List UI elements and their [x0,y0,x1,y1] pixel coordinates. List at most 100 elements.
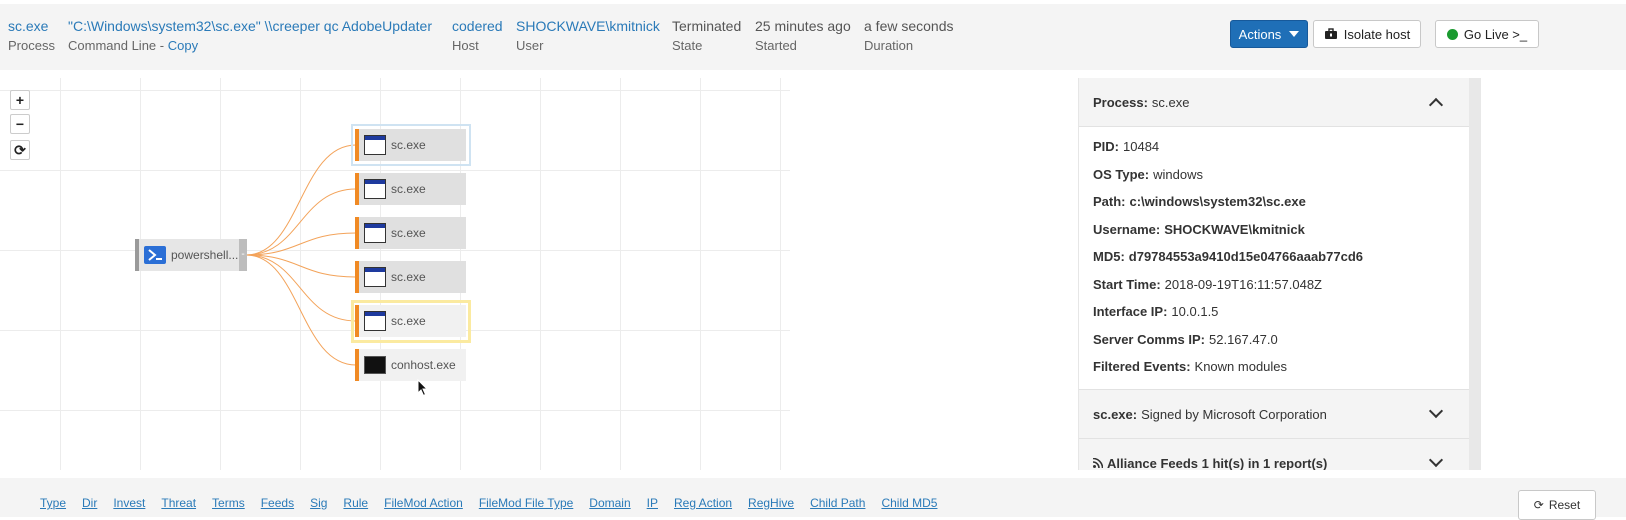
user-link[interactable]: SHOCKWAVE\kmitnick [516,17,660,36]
child-process-label: sc.exe [391,182,426,196]
mouse-cursor-icon [417,379,429,397]
child-process-node[interactable]: sc.exe [355,173,466,205]
filter-tab[interactable]: RegHive [748,496,794,510]
field-key: Path: [1093,194,1126,209]
command-line-link[interactable]: "C:\Windows\system32\sc.exe" \\creeper q… [68,17,432,36]
child-process-label: sc.exe [391,138,426,152]
go-live-label: Go Live >_ [1463,26,1528,42]
state-label: State [672,38,703,53]
panel-scrollbar[interactable] [1469,78,1481,470]
copy-link[interactable]: Copy [168,38,198,53]
filter-tab[interactable]: Child MD5 [881,496,937,510]
filter-tab[interactable]: Sig [310,496,327,510]
process-header: sc.exe Process "C:\Windows\system32\sc.e… [0,4,1626,70]
filter-tab[interactable]: Threat [161,496,196,510]
field-value: SHOCKWAVE\kmitnick [1164,221,1305,237]
filter-tab[interactable]: IP [647,496,658,510]
actions-label: Actions [1238,26,1282,42]
started-label: Started [755,38,797,53]
child-process-node[interactable]: sc.exe [355,261,466,293]
field-filtered-events: Filtered Events: Known modules [1079,353,1481,381]
command-line-label-text: Command Line - [68,38,168,53]
field-value: 52.167.47.0 [1209,331,1278,347]
field-value: windows [1153,166,1203,182]
actions-button[interactable]: Actions [1230,20,1308,48]
duration-value: a few seconds [864,18,954,34]
child-process-node[interactable]: conhost.exe [355,349,466,381]
panel-title-key: Process: [1093,94,1148,110]
signed-value: Signed by Microsoft Corporation [1141,406,1327,422]
isolate-host-label: Isolate host [1343,26,1411,42]
command-line-label: Command Line - Copy [68,36,432,55]
user-label: User [516,38,544,53]
command-line-field: "C:\Windows\system32\sc.exe" \\creeper q… [68,17,432,55]
filter-tab[interactable]: Feeds [261,496,294,510]
filter-tab[interactable]: Child Path [810,496,865,510]
state-field: Terminated State [672,17,741,55]
host-field: codered Host [452,17,503,55]
process-label: Process [8,38,55,53]
window-icon [364,267,386,287]
console-icon [364,356,386,374]
refresh-icon: ⟳ [1533,498,1544,512]
chevron-down-icon [1428,403,1444,419]
chevron-down-icon [1428,452,1444,468]
chevron-up-icon [1428,97,1444,113]
window-icon [364,135,386,155]
parent-process-node[interactable]: powershell.... - [135,239,247,271]
filter-tab[interactable]: Domain [589,496,630,510]
field-pid: PID: 10484 [1079,133,1481,161]
filter-tab[interactable]: Invest [113,496,145,510]
briefcase-icon [1324,28,1337,39]
filter-tabs: Type Dir Invest Threat Terms Feeds Sig Rule File… [40,496,953,510]
reset-filters-button[interactable]: ⟳ Reset [1518,490,1596,520]
process-tree-graph[interactable]: + − ⟳ powershell.... - sc.exe sc.exe sc.… [0,78,820,470]
window-icon [364,179,386,199]
event-filter-bar: Type Dir Invest Threat Terms Feeds Sig Rule File… [0,478,1626,520]
filter-tab[interactable]: Rule [343,496,368,510]
user-field: SHOCKWAVE\kmitnick User [516,17,660,55]
field-md5: MD5: d79784553a9410d15e04766aaab77cd6 [1079,243,1481,271]
filter-tab[interactable]: Type [40,496,66,510]
child-process-node[interactable]: sc.exe [355,305,466,337]
started-value: 25 minutes ago [755,18,851,34]
panel-title-value: sc.exe [1151,94,1190,110]
process-fields: PID: 10484 OS Type: windows Path: c:\window… [1079,127,1481,389]
live-status-icon [1446,28,1458,40]
process-section-header[interactable]: Process: sc.exe [1079,78,1469,127]
process-name-link[interactable]: sc.exe [8,17,55,36]
duration-label: Duration [864,38,914,53]
child-process-label: sc.exe [391,314,426,328]
window-icon [364,311,386,331]
filter-tab[interactable]: Dir [82,496,97,510]
reset-view-button[interactable]: ⟳ [10,140,30,160]
zoom-in-button[interactable]: + [10,90,30,110]
go-live-button[interactable]: Go Live >_ [1435,20,1539,48]
field-key: Server Comms IP: [1093,331,1205,347]
isolate-host-button[interactable]: Isolate host [1313,20,1421,48]
reset-label: Reset [1548,498,1581,512]
signature-section-header[interactable]: sc.exe: Signed by Microsoft Corporation [1079,389,1469,438]
filter-tab[interactable]: Terms [212,496,245,510]
duration-field: a few seconds Duration [864,17,954,55]
caret-down-icon [1289,31,1300,37]
state-value: Terminated [672,18,742,34]
collapse-toggle[interactable]: - [239,239,247,271]
refresh-icon: ⟳ [14,141,26,158]
field-key: PID: [1093,139,1119,154]
filter-tab[interactable]: FileMod File Type [479,496,573,510]
child-process-node[interactable]: sc.exe [355,129,466,161]
child-process-label: conhost.exe [391,358,456,372]
field-value: d79784553a9410d15e04766aaab77cd6 [1128,249,1363,264]
host-link[interactable]: codered [452,17,503,36]
alliance-feeds-section-header[interactable]: Alliance Feeds 1 hit(s) in 1 report(s) [1079,438,1469,470]
signed-key: sc.exe: [1093,406,1138,422]
field-value: Known modules [1194,359,1288,374]
child-process-node[interactable]: sc.exe [355,217,466,249]
zoom-out-button[interactable]: − [10,114,30,134]
parent-process-label: powershell.... [171,248,242,262]
field-interface-ip: Interface IP: 10.0.1.5 [1079,298,1481,326]
field-key: Start Time: [1093,276,1161,292]
filter-tab[interactable]: Reg Action [674,496,732,510]
filter-tab[interactable]: FileMod Action [384,496,463,510]
